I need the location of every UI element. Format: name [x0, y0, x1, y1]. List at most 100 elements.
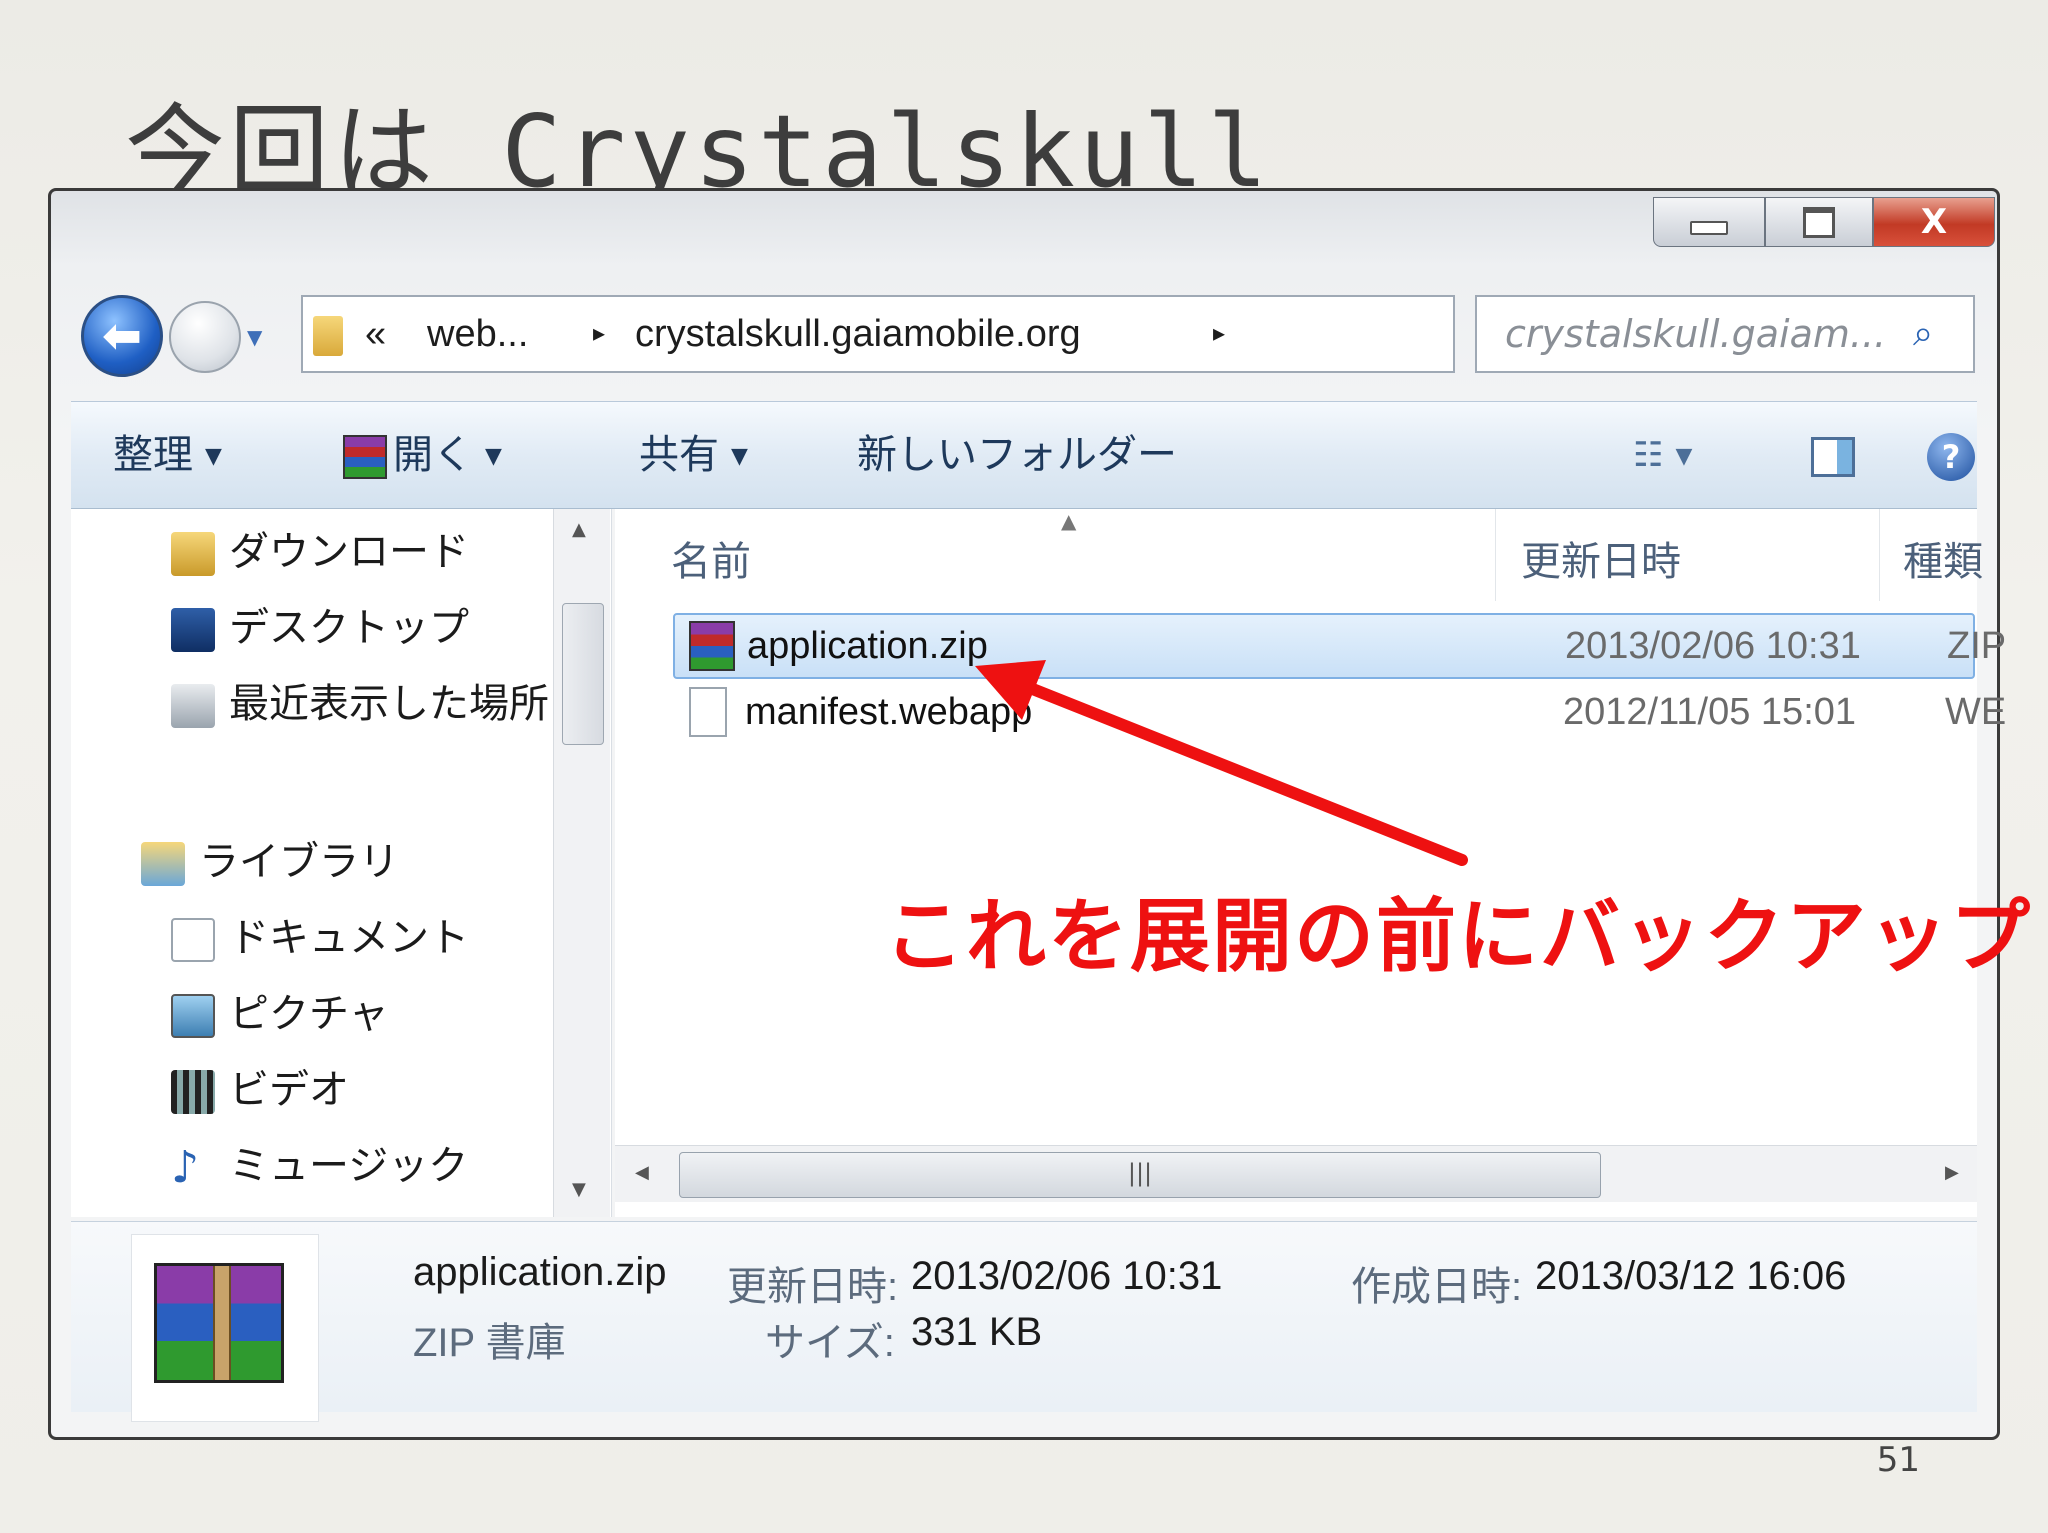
maximize-button[interactable]: [1765, 197, 1873, 247]
breadcrumb-crystalskull[interactable]: crystalskull.gaiamobile.org: [635, 297, 1081, 371]
file-name: manifest.webapp: [745, 691, 1033, 733]
detail-modified-value: 2013/02/06 10:31: [911, 1254, 1223, 1298]
winrar-archive-icon: [154, 1263, 284, 1383]
detail-size-value: 331 KB: [911, 1310, 1043, 1354]
nav-item-label: デスクトップ: [229, 605, 469, 651]
nav-item-libraries[interactable]: ライブラリ: [141, 827, 399, 897]
forward-button[interactable]: [169, 301, 241, 373]
library-icon: [141, 842, 185, 886]
help-icon: ?: [1927, 433, 1975, 481]
nav-item-desktop[interactable]: デスクトップ: [171, 593, 469, 663]
preview-pane-icon: [1811, 437, 1855, 477]
chevron-down-icon: ▼: [1675, 443, 1693, 469]
detail-filetype: ZIP 書庫: [413, 1321, 566, 1365]
preview-pane-button[interactable]: [1811, 402, 1855, 508]
horizontal-scroll-thumb[interactable]: |||: [679, 1152, 1601, 1198]
annotation-text: これを展開の前にバックアップ: [884, 890, 2032, 983]
minimize-icon: [1690, 221, 1728, 235]
open-label: 開く: [393, 432, 473, 478]
view-options-button[interactable]: ☷ ▼: [1633, 402, 1692, 508]
back-button[interactable]: ⬅: [81, 295, 163, 377]
scroll-left-icon[interactable]: ◀: [635, 1162, 649, 1183]
column-divider[interactable]: [1495, 509, 1496, 601]
nav-item-videos[interactable]: ビデオ: [171, 1055, 349, 1125]
file-list: ▲ 名前 更新日時 種類 application.zip 2013/02/06 …: [615, 509, 2007, 1217]
nav-item-documents[interactable]: ドキュメント: [171, 903, 469, 973]
chevron-down-icon: ▼: [731, 444, 748, 469]
minimize-button[interactable]: [1653, 197, 1765, 247]
file-thumbnail: [131, 1234, 319, 1422]
file-modified: 2012/11/05 15:01: [1563, 691, 1857, 733]
nav-item-label: ダウンロード: [229, 529, 469, 575]
nav-item-recent[interactable]: 最近表示した場所: [171, 669, 549, 739]
winrar-archive-icon: [689, 621, 735, 671]
file-name: application.zip: [747, 625, 988, 667]
navigation-scrollbar[interactable]: ▲ ▼: [553, 509, 610, 1217]
share-menu[interactable]: 共有 ▼: [639, 402, 748, 508]
breadcrumb-separator-icon[interactable]: ▸: [1213, 297, 1225, 371]
scroll-down-icon[interactable]: ▼: [572, 1179, 586, 1200]
nav-item-label: 最近表示した場所: [229, 681, 549, 727]
breadcrumb-web[interactable]: web...: [427, 297, 528, 371]
file-modified: 2013/02/06 10:31: [1565, 625, 1861, 667]
nav-item-pictures[interactable]: ピクチャ: [171, 979, 389, 1049]
share-label: 共有: [639, 432, 719, 478]
page-number: 51: [1876, 1440, 1920, 1480]
horizontal-scrollbar[interactable]: ◀ ||| ▶: [615, 1145, 1977, 1202]
recent-pages-dropdown[interactable]: ▼: [247, 325, 269, 349]
back-arrow-icon: ⬅: [101, 308, 143, 364]
navigation-scroll-thumb[interactable]: [562, 603, 604, 745]
navigation-pane: ダウンロード デスクトップ 最近表示した場所 ライブラリ ドキュメント ピクチャ…: [71, 509, 612, 1217]
address-bar[interactable]: « web... ▸ crystalskull.gaiamobile.org ▸…: [301, 295, 1684, 373]
organize-menu[interactable]: 整理 ▼: [113, 402, 222, 508]
new-folder-button[interactable]: 新しいフォルダー: [857, 402, 1177, 508]
nav-item-label: ドキュメント: [229, 915, 469, 961]
breadcrumb-separator-icon[interactable]: ▸: [593, 297, 605, 371]
sort-indicator-icon: ▲: [1061, 509, 1077, 533]
file-row-manifest-webapp[interactable]: manifest.webapp 2012/11/05 15:01 WEBAPP: [673, 681, 2005, 747]
command-bar: 整理 ▼ 開く ▼ 共有 ▼ 新しいフォルダー ☷ ▼ ?: [71, 401, 1977, 509]
scroll-up-icon[interactable]: ▲: [572, 519, 586, 540]
detail-size-label: サイズ:: [765, 1321, 895, 1365]
column-divider[interactable]: [1879, 509, 1880, 601]
recent-places-icon: [171, 684, 215, 728]
detail-modified-label: 更新日時:: [727, 1265, 899, 1309]
detail-created-label: 作成日時:: [1351, 1265, 1523, 1309]
view-list-icon: ☷: [1633, 435, 1664, 475]
column-header-name[interactable]: 名前: [671, 529, 751, 587]
file-row-application-zip[interactable]: application.zip 2013/02/06 10:31 ZIP 書庫: [673, 613, 2007, 679]
maximize-icon: [1803, 206, 1835, 238]
nav-item-label: ミュージック: [229, 1143, 469, 1189]
videos-icon: [171, 1070, 215, 1114]
winrar-icon: [343, 435, 387, 479]
close-icon: X: [1920, 202, 1948, 242]
search-input[interactable]: crystalskull.gaiam... ⌕: [1475, 295, 1975, 373]
new-folder-label: 新しいフォルダー: [857, 432, 1177, 478]
explorer-window: X ⬅ ▼ « web... ▸ crystalskull.gaiamobile…: [48, 188, 2007, 1440]
nav-item-label: ライブラリ: [199, 839, 399, 885]
breadcrumb-overflow[interactable]: «: [365, 297, 386, 371]
close-button[interactable]: X: [1873, 197, 1995, 247]
documents-icon: [171, 918, 215, 962]
open-menu[interactable]: 開く ▼: [343, 402, 502, 508]
download-folder-icon: [171, 532, 215, 576]
music-icon: ♪: [171, 1142, 200, 1193]
detail-created-value: 2013/03/12 16:06: [1535, 1254, 1847, 1298]
file-type: ZIP 書庫: [1947, 625, 2007, 667]
search-icon[interactable]: ⌕: [1913, 313, 1955, 355]
folder-icon: [313, 297, 343, 371]
nav-item-label: ピクチャ: [229, 991, 389, 1037]
nav-item-music[interactable]: ♪ ミュージック: [171, 1131, 468, 1201]
column-header-type[interactable]: 種類: [1903, 529, 1983, 587]
organize-label: 整理: [113, 432, 193, 478]
search-placeholder: crystalskull.gaiam...: [1505, 312, 1887, 356]
chevron-down-icon: ▼: [485, 444, 502, 469]
help-button[interactable]: ?: [1927, 402, 1975, 508]
scroll-right-icon[interactable]: ▶: [1945, 1162, 1959, 1183]
details-pane: application.zip ZIP 書庫 更新日時: 2013/02/06 …: [71, 1221, 1977, 1422]
pictures-icon: [171, 994, 215, 1038]
nav-item-downloads[interactable]: ダウンロード: [171, 517, 469, 587]
column-header-modified[interactable]: 更新日時: [1521, 529, 1681, 587]
file-type: WEBAPP: [1945, 691, 2005, 733]
nav-item-label: ビデオ: [229, 1067, 349, 1113]
